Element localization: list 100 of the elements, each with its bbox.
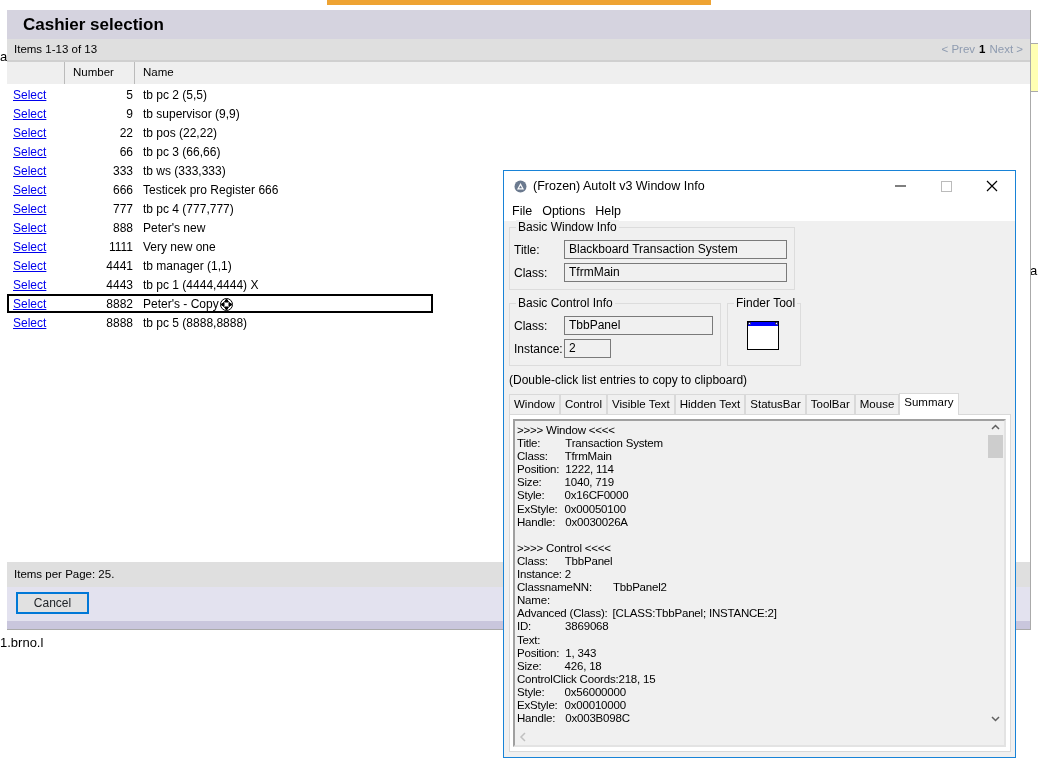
table-cell-text: 8882 [105,295,134,313]
select-link[interactable]: Select [9,180,65,199]
summary-value: 0x0030026A [565,515,628,529]
table-row[interactable]: Select 888 Peter's new [7,218,433,237]
summary-label: Instance: 2 [517,568,572,582]
table-cell-text: 888 [111,219,134,237]
summary-label: ID: [517,620,532,634]
table-row[interactable]: Select 666 Testicek pro Register 666 [7,180,433,199]
tab[interactable]: Control [559,394,607,414]
scroll-left-icon [519,732,527,742]
move-cursor-icon [219,296,234,313]
select-link[interactable]: Select [9,85,65,104]
summary-value: Transaction System [565,437,663,451]
table-row[interactable]: Select 777 tb pc 4 (777,777) [7,199,433,218]
tab[interactable]: Summary [899,393,959,415]
text-field[interactable]: TfrmMain [564,263,787,282]
summary-heading: >>>> Control <<<< [517,541,611,555]
summary-value: 0x56000000 [564,685,626,699]
table-row[interactable]: Select 333 tb ws (333,333) [7,161,433,180]
table-row[interactable]: Select 8882 Peter's - Copy [7,294,433,313]
select-link[interactable]: Select [9,218,65,237]
table-cell-text: Peter's new [142,219,206,237]
summary-label: Class: [517,554,548,569]
table-cell-text: tb pos (22,22) [142,124,218,142]
summary-value: 0x00010000 [564,698,626,713]
tab[interactable]: Window [509,394,560,414]
summary-label: ClassnameNN: [517,581,592,595]
summary-value: TbbPanel2 [612,581,667,595]
table-row[interactable]: Select 8888 tb pc 5 (8888,8888) [7,313,433,332]
table-row[interactable]: Select 5 tb pc 2 (5,5) [7,85,433,104]
summary-label: ExStyle: [517,502,558,516]
field-label: Instance: [514,340,564,358]
text-field[interactable]: 2 [564,339,611,358]
summary-label: Handle: [517,712,556,726]
table-cell-text: Very new one [142,238,216,256]
text-field[interactable]: TbbPanel [564,316,713,335]
table-row[interactable]: Select 4443 tb pc 1 (4444,4444) X [7,275,433,294]
text-field[interactable]: Blackboard Transaction System [564,240,787,259]
menu-item[interactable]: Options [537,201,591,221]
items-count: Items 1-13 of 13 [14,41,98,57]
summary-label: Position: [517,646,560,660]
table-cell-text: tb ws (333,333) [142,162,226,180]
summary-label: Advanced (Class): [517,607,608,621]
select-link[interactable]: Select [9,237,65,256]
tab[interactable]: ToolBar [805,394,855,414]
summary-label: Class: [517,450,548,464]
select-link[interactable]: Select [9,104,65,123]
summary-value: 0x003B098C [565,712,630,726]
table-row[interactable]: Select 4441 tb manager (1,1) [7,256,433,275]
tab[interactable]: Visible Text [607,394,675,414]
summary-value: TbbPanel [564,554,613,569]
menu-item[interactable]: File [507,201,538,221]
table-cell-text: Testicek pro Register 666 [142,181,279,199]
select-link[interactable]: Select [9,161,65,180]
group-label: Basic Window Info [516,220,619,234]
select-link[interactable]: Select [9,123,65,142]
summary-label: Style: [517,489,545,503]
table-cell-text: 666 [111,181,134,199]
table-cell-text: 22 [118,124,134,142]
hint-text: (Double-click list entries to copy to clipboard) [509,372,749,389]
select-link[interactable]: Select [9,199,65,218]
tab[interactable]: Mouse [854,394,900,414]
window-icon [746,321,779,350]
table-cell-text: 8888 [105,314,134,332]
dialog-title: Cashier selection [7,10,1030,39]
cancel-button[interactable]: Cancel [16,592,89,614]
close-icon [986,180,998,192]
summary-value: 3869068 [565,620,609,634]
summary-label: Size: [517,659,542,673]
select-link[interactable]: Select [9,294,65,313]
summary-value: TfrmMain [564,450,612,464]
tab[interactable]: StatusBar [745,394,806,414]
table-cell-text: tb pc 2 (5,5) [142,86,208,104]
table-row[interactable]: Select 1111 Very new one [7,237,433,256]
current-page: 1 [979,41,986,57]
menu-item[interactable]: Help [590,201,626,221]
summary-value: 1222, 114 [565,463,614,477]
column-header: Number [73,65,114,81]
scroll-thumb[interactable] [988,435,1003,458]
table-cell-text: 777 [111,200,134,218]
summary-label: ControlClick Coords:218, 15 [517,672,656,686]
summary-label: Position: [517,463,560,477]
field-label: Title: [514,241,541,259]
field-label: Class: [514,317,549,335]
table-row[interactable]: Select 9 tb supervisor (9,9) [7,104,433,123]
group-label: Finder Tool [734,296,798,310]
background-text: 1.brno.l [0,636,44,650]
table-row[interactable]: Select 22 tb pos (22,22) [7,123,433,142]
summary-label: Title: [517,437,541,451]
select-link[interactable]: Select [9,313,65,332]
summary-value: 0x16CF0000 [564,489,629,503]
select-link[interactable]: Select [9,256,65,275]
table-cell-text: 4443 [105,276,134,294]
table-row[interactable]: Select 66 tb pc 3 (66,66) [7,142,433,161]
table-cell-text: 4441 [105,257,134,275]
select-link[interactable]: Select [9,142,65,161]
tab[interactable]: Hidden Text [674,394,746,414]
select-link[interactable]: Select [9,275,65,294]
table-cell-text: 333 [111,162,134,180]
summary-label: Style: [517,685,545,699]
